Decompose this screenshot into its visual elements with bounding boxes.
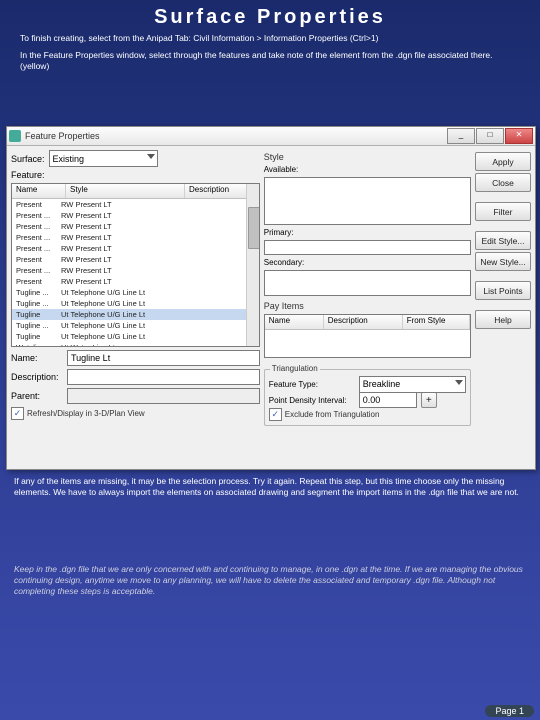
table-row[interactable]: PresentRW Present LT <box>12 276 259 287</box>
secondary-list[interactable] <box>264 270 471 296</box>
surface-dropdown[interactable]: Existing <box>49 150 158 167</box>
primary-field[interactable] <box>264 240 471 255</box>
maximize-button[interactable]: □ <box>476 128 504 144</box>
dialog-title: Feature Properties <box>25 131 447 141</box>
style-group-label: Style <box>264 152 471 162</box>
table-row[interactable]: PresentRW Present LT <box>12 254 259 265</box>
exclude-label: Exclude from Triangulation <box>285 410 380 419</box>
subtitle-2: In the Feature Properties window, select… <box>0 48 540 76</box>
description-label: Description: <box>11 372 63 382</box>
table-row[interactable]: PresentRW Present LT <box>12 199 259 210</box>
table-row[interactable]: Present ...RW Present LT <box>12 232 259 243</box>
point-density-input[interactable]: 0.00 <box>359 392 417 408</box>
table-row[interactable]: Present ...RW Present LT <box>12 243 259 254</box>
payitems-list[interactable]: Name Description From Style <box>264 314 471 358</box>
list-points-button[interactable]: List Points <box>475 281 531 300</box>
col-style[interactable]: Style <box>66 184 185 198</box>
table-row[interactable]: Tugline ...Ut Telephone U/G Line Lt <box>12 320 259 331</box>
app-icon <box>9 130 21 142</box>
close-button-panel[interactable]: Close <box>475 173 531 192</box>
locate-button[interactable]: + <box>421 392 437 408</box>
name-input[interactable]: Tugline Lt <box>67 350 260 366</box>
feature-type-dropdown[interactable]: Breakline <box>359 376 466 393</box>
parent-label: Parent: <box>11 391 63 401</box>
feature-properties-dialog: Feature Properties _ □ ✕ Surface: Existi… <box>6 126 536 470</box>
feature-list-header: Name Style Description <box>12 184 259 199</box>
feature-type-label: Feature Type: <box>269 380 355 389</box>
parent-input[interactable] <box>67 388 260 404</box>
page-number: Page 1 <box>485 705 534 717</box>
table-row[interactable]: TuglineUt Telephone U/G Line Lt <box>12 331 259 342</box>
refresh-checkbox[interactable]: ✓ Refresh/Display in 3-D/Plan View <box>11 407 260 420</box>
pi-col-name[interactable]: Name <box>265 315 324 329</box>
apply-button[interactable]: Apply <box>475 152 531 171</box>
primary-label: Primary: <box>264 228 471 237</box>
pi-col-from[interactable]: From Style <box>403 315 470 329</box>
pi-col-desc[interactable]: Description <box>324 315 403 329</box>
minimize-button[interactable]: _ <box>447 128 475 144</box>
close-button[interactable]: ✕ <box>505 128 533 144</box>
refresh-label: Refresh/Display in 3-D/Plan View <box>27 409 145 418</box>
point-density-label: Point Density Interval: <box>269 396 355 405</box>
available-label: Available: <box>264 165 471 174</box>
titlebar[interactable]: Feature Properties _ □ ✕ <box>7 127 535 146</box>
description-input[interactable] <box>67 369 260 385</box>
exclude-checkbox[interactable]: ✓ Exclude from Triangulation <box>269 408 466 421</box>
feature-list[interactable]: Name Style Description PresentRW Present… <box>11 183 260 347</box>
subtitle-1: To finish creating, select from the Anip… <box>0 31 540 48</box>
feature-label: Feature: <box>11 170 260 180</box>
filter-button[interactable]: Filter <box>475 202 531 221</box>
table-row[interactable]: Tugline ...Ut Telephone U/G Line Lt <box>12 287 259 298</box>
table-row[interactable]: Tugline ...Ut Telephone U/G Line Lt <box>12 298 259 309</box>
scrollbar[interactable] <box>246 184 259 346</box>
new-style-button[interactable]: New Style... <box>475 252 531 271</box>
surface-label: Surface: <box>11 154 45 164</box>
checkbox-icon: ✓ <box>11 407 24 420</box>
triangulation-group: Triangulation Feature Type: Breakline Po… <box>264 369 471 426</box>
name-label: Name: <box>11 353 63 363</box>
help-button[interactable]: Help <box>475 310 531 329</box>
table-row[interactable]: TuglineUt Telephone U/G Line Lt <box>12 309 259 320</box>
body-text-2: Keep in the .dgn file that we are only c… <box>0 560 540 601</box>
table-row[interactable]: Present ...RW Present LT <box>12 210 259 221</box>
checkbox-icon: ✓ <box>269 408 282 421</box>
secondary-label: Secondary: <box>264 258 471 267</box>
slide-title: Surface Properties <box>0 0 540 31</box>
table-row[interactable]: WatelinUt Water Line Lt <box>12 342 259 347</box>
payitems-label: Pay Items <box>264 301 471 311</box>
edit-style-button[interactable]: Edit Style... <box>475 231 531 250</box>
table-row[interactable]: Present ...RW Present LT <box>12 265 259 276</box>
table-row[interactable]: Present ...RW Present LT <box>12 221 259 232</box>
body-text-1: If any of the items are missing, it may … <box>0 472 540 502</box>
triangulation-label: Triangulation <box>270 364 320 373</box>
available-list[interactable] <box>264 177 471 225</box>
col-name[interactable]: Name <box>12 184 66 198</box>
